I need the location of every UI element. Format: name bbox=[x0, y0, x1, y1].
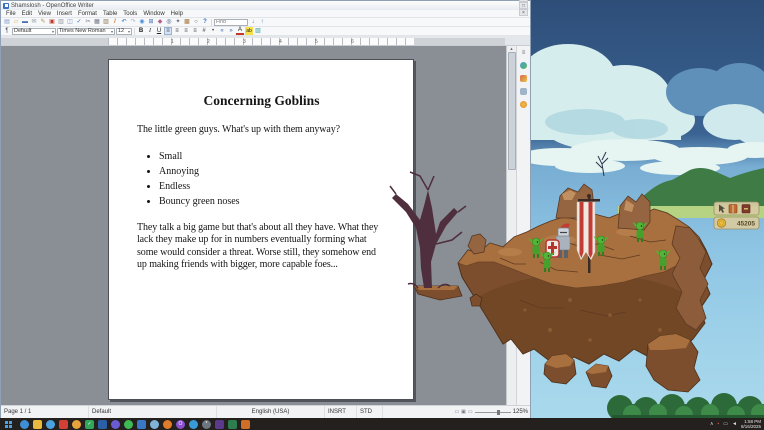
taskbar-app-4[interactable] bbox=[59, 420, 68, 429]
start-button[interactable] bbox=[0, 418, 16, 430]
clock-date: 8/16/2025 bbox=[741, 424, 761, 429]
taskbar-clock[interactable]: 1:58 PM 8/16/2025 bbox=[741, 419, 761, 429]
taskbar-app-16[interactable] bbox=[215, 420, 224, 429]
taskbar-app-14[interactable] bbox=[189, 420, 198, 429]
tray-chevron-icon[interactable]: ∧ bbox=[710, 422, 714, 427]
file-explorer-icon[interactable] bbox=[33, 420, 42, 429]
volume-icon[interactable]: ◄ bbox=[732, 422, 737, 427]
taskbar-app-12[interactable] bbox=[163, 420, 172, 429]
taskbar-app-17[interactable] bbox=[228, 420, 237, 429]
dead-tree bbox=[390, 172, 466, 300]
taskbar-app-15[interactable]: * bbox=[202, 420, 211, 429]
taskbar-app-18[interactable] bbox=[241, 420, 250, 429]
taskbar-app-3[interactable] bbox=[46, 420, 55, 429]
taskbar-app-8[interactable] bbox=[111, 420, 120, 429]
taskbar-app-11[interactable] bbox=[150, 420, 159, 429]
taskbar-app-6[interactable]: ✓ bbox=[85, 420, 94, 429]
coin-count: 45205 bbox=[737, 221, 755, 228]
desktop: Shamslosh - OpenOffice Writer –□× FileEd… bbox=[0, 0, 764, 430]
display-icon[interactable]: ▭ bbox=[723, 422, 728, 427]
game-overlay[interactable]: 45205 bbox=[0, 0, 764, 418]
system-tray: ∧ ▪▭ ◄ 1:58 PM 8/16/2025 bbox=[710, 419, 764, 429]
taskbar-app-13[interactable]: O bbox=[176, 420, 185, 429]
tray-app-icon[interactable]: ▪ bbox=[718, 422, 720, 427]
taskbar-app-9[interactable] bbox=[124, 420, 133, 429]
taskbar-app-7[interactable] bbox=[98, 420, 107, 429]
taskbar-apps: ✓ O * bbox=[16, 420, 250, 429]
taskbar-app-1[interactable] bbox=[20, 420, 29, 429]
taskbar: ✓ O * ∧ ▪▭ ◄ 1:58 PM 8/16/2025 bbox=[0, 418, 764, 430]
coin-icon bbox=[717, 219, 725, 227]
windows-logo-icon bbox=[5, 421, 12, 428]
taskbar-app-10[interactable] bbox=[137, 420, 146, 429]
taskbar-app-5[interactable] bbox=[72, 420, 81, 429]
